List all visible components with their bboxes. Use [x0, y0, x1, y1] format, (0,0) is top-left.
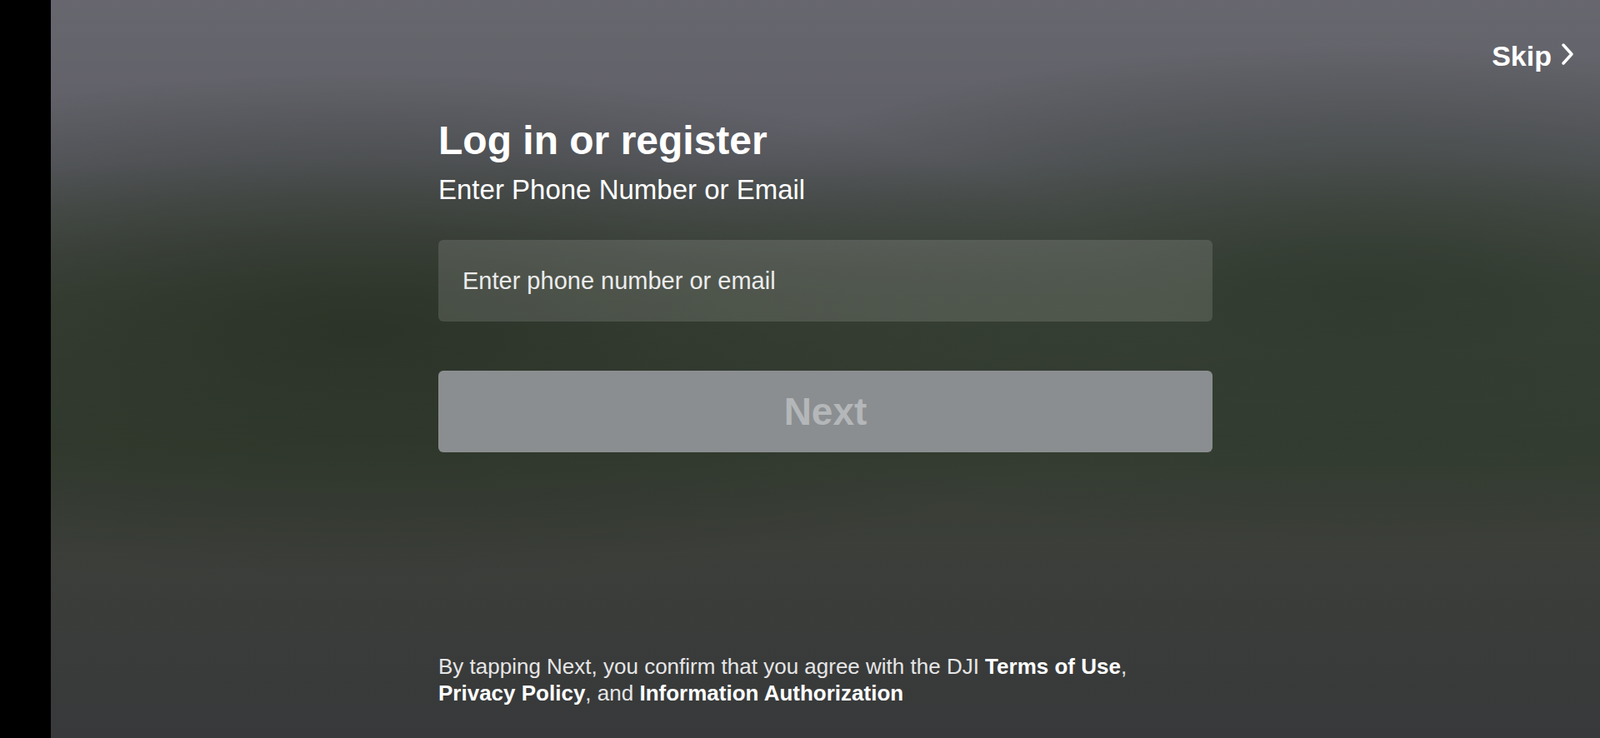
- skip-label[interactable]: Skip: [1491, 40, 1552, 73]
- terms-line: Privacy Policy, and Information Authoriz…: [438, 680, 1355, 707]
- left-strip: [0, 0, 51, 738]
- terms-line: By tapping Next, you confirm that you ag…: [438, 653, 1355, 680]
- phone-email-input[interactable]: [438, 240, 1213, 322]
- chevron-right-icon[interactable]: [1560, 40, 1575, 73]
- subtitle: Enter Phone Number or Email: [438, 173, 1213, 207]
- skip-button[interactable]: Skip: [1488, 36, 1579, 76]
- terms-link[interactable]: Information Authorization: [639, 680, 904, 706]
- terms-text: By tapping Next, you confirm that you ag…: [438, 654, 985, 680]
- terms-text: , and: [585, 680, 640, 706]
- terms-link[interactable]: Privacy Policy: [438, 680, 585, 706]
- video-background: Skip Log in or register Enter Phone Number…: [50, 0, 1600, 738]
- terms-link[interactable]: Terms of Use: [985, 654, 1121, 680]
- terms-notice: By tapping Next, you confirm that you ag…: [438, 653, 1355, 707]
- next-label[interactable]: Next: [784, 389, 868, 435]
- login-form: Log in or register Enter Phone Number or …: [50, 0, 1213, 738]
- terms-text: ,: [1120, 654, 1127, 680]
- title: Log in or register: [438, 116, 1213, 165]
- next-button[interactable]: Next: [438, 370, 1213, 453]
